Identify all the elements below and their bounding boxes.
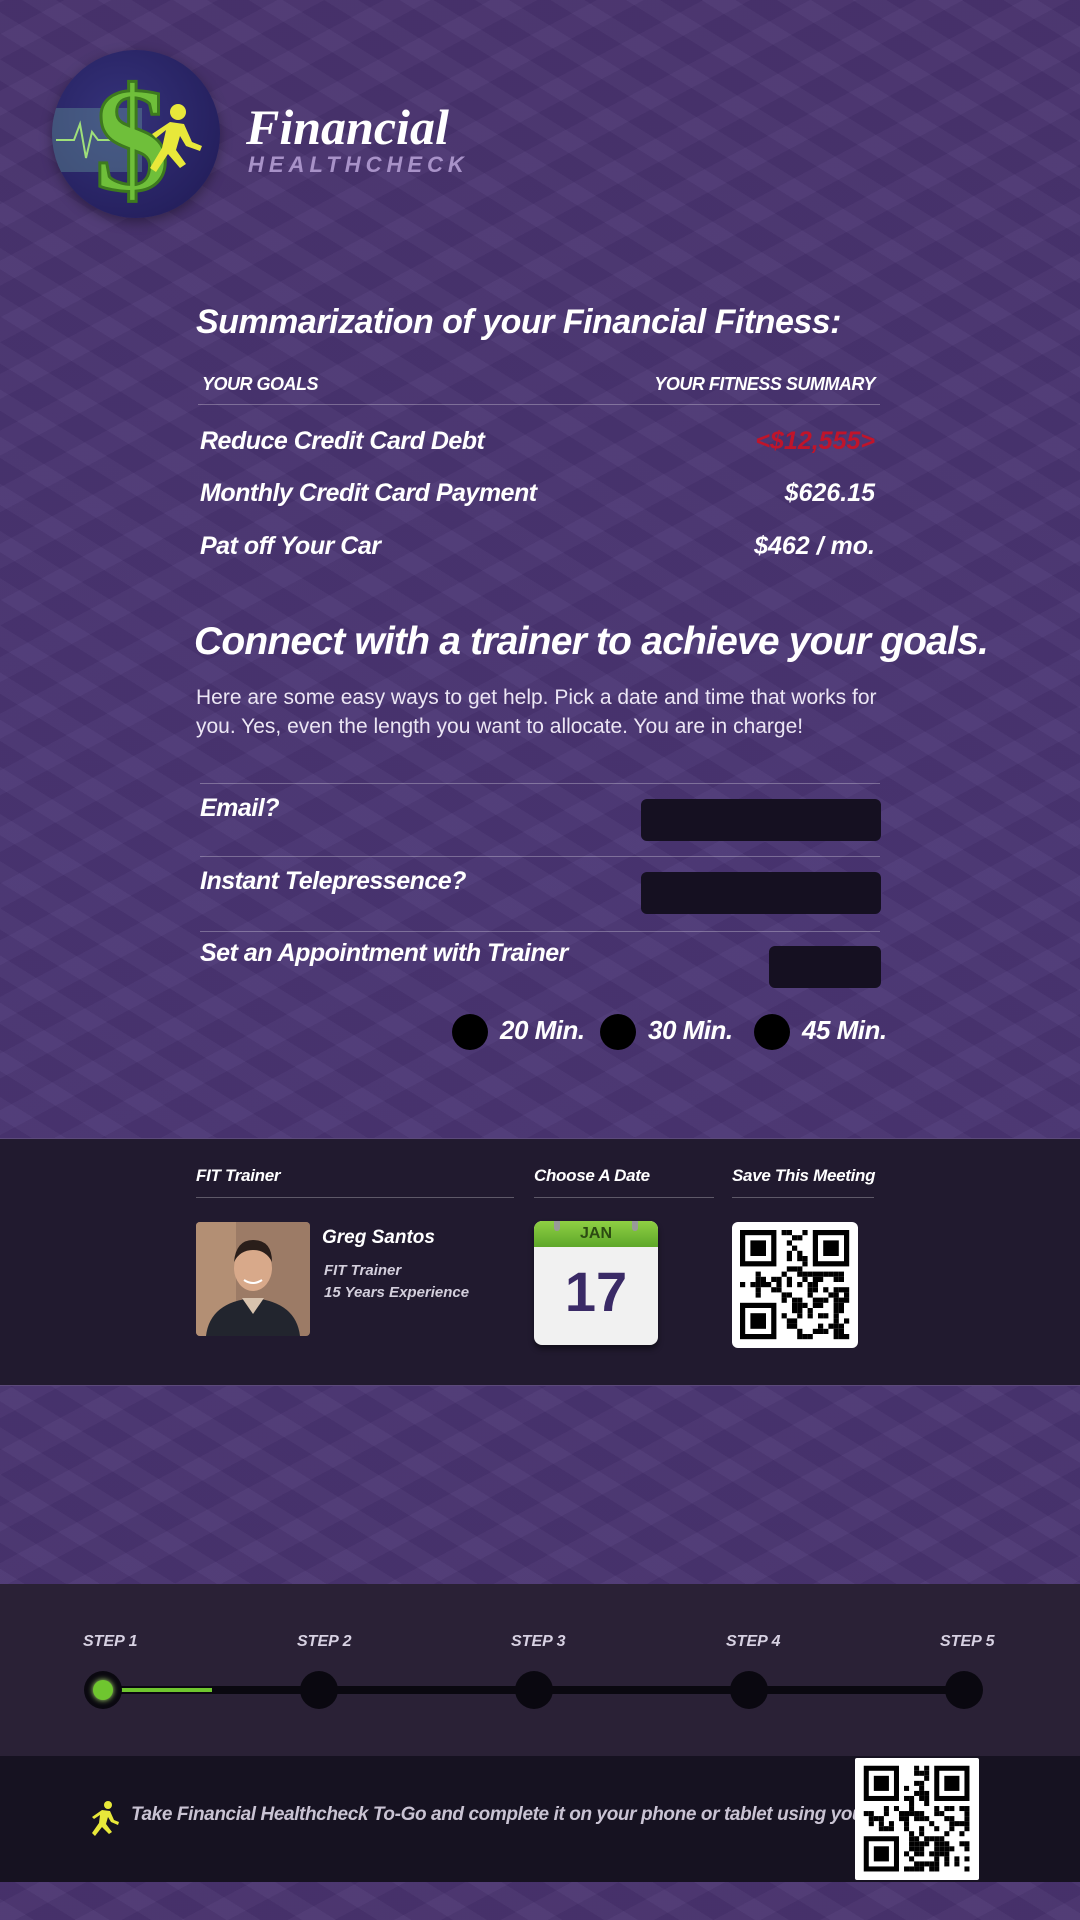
duration-20-label: 20 Min. [500,1015,585,1045]
togo-qr-code[interactable] [855,1758,979,1880]
step-2-dot[interactable] [300,1671,338,1709]
telepresence-label: Instant Telepressence? [200,867,466,895]
divider [196,1197,514,1198]
logo: $ [52,50,220,218]
trainer-experience: 15 Years Experience [324,1284,470,1301]
logo-dollar-runner-icon: $ [52,56,202,218]
goal-label: Reduce Credit Card Debt [200,427,485,455]
step-4-dot[interactable] [730,1671,768,1709]
app-subtitle: HEALTHCHECK [248,152,469,177]
goal-value: $626.15 [784,479,875,507]
appointment-label: Set an Appointment with Trainer [200,939,568,967]
divider [200,931,880,932]
connect-description: Here are some easy ways to get help. Pic… [196,686,877,738]
steps-band [0,1584,1080,1756]
email-field[interactable] [641,799,881,841]
goal-label: Monthly Credit Card Payment [200,479,537,507]
trainer-portrait-icon [196,1222,310,1336]
step-1-dot[interactable] [84,1671,122,1709]
save-meeting-header: Save This Meeting [732,1166,876,1185]
duration-45-label: 45 Min. [802,1015,887,1045]
qr-code-icon [863,1765,970,1872]
step-label: STEP 5 [940,1633,995,1650]
runner-icon [92,1801,119,1836]
step-3-dot[interactable] [515,1671,553,1709]
divider [200,783,880,784]
divider [534,1197,714,1198]
svg-text:$: $ [95,57,170,218]
goals-column-header: YOUR GOALS [202,374,319,394]
step-label: STEP 3 [511,1633,566,1650]
calendar-day: 17 [564,1260,628,1323]
calendar-month: JAN [579,1225,612,1242]
step-label: STEP 2 [297,1633,352,1650]
step-5-dot[interactable] [945,1671,983,1709]
step-label: STEP 1 [83,1633,138,1650]
duration-20-radio[interactable] [452,1014,488,1050]
step-label: STEP 4 [726,1633,781,1650]
telepresence-field[interactable] [641,872,881,914]
meeting-qr-code[interactable] [732,1222,858,1348]
duration-45-radio[interactable] [754,1014,790,1050]
trainer-role: FIT Trainer [324,1262,402,1279]
goal-value: $462 / mo. [754,532,875,560]
summary-title: Summarization of your Financial Fitness: [196,303,842,341]
divider [732,1197,874,1198]
trainer-name: Greg Santos [322,1227,435,1248]
trainer-photo[interactable] [196,1222,310,1336]
summary-column-header: YOUR FITNESS SUMMARY [654,374,875,394]
goal-value-negative: <$12,555> [755,427,875,455]
divider [198,404,880,405]
date-header: Choose A Date [534,1166,650,1185]
calendar-date-picker[interactable]: JAN 17 [534,1221,658,1345]
qr-code-icon [740,1230,850,1340]
duration-30-radio[interactable] [600,1014,636,1050]
divider [200,856,880,857]
connect-title: Connect with a trainer to achieve your g… [194,620,989,663]
footer-text: Take Financial Healthcheck To-Go and com… [131,1804,970,1825]
appointment-field[interactable] [769,946,881,988]
trainer-header: FIT Trainer [196,1166,281,1185]
duration-30-label: 30 Min. [648,1015,733,1045]
app-title: Financial [246,99,449,155]
email-label: Email? [200,794,279,822]
goal-label: Pat off Your Car [200,532,381,560]
